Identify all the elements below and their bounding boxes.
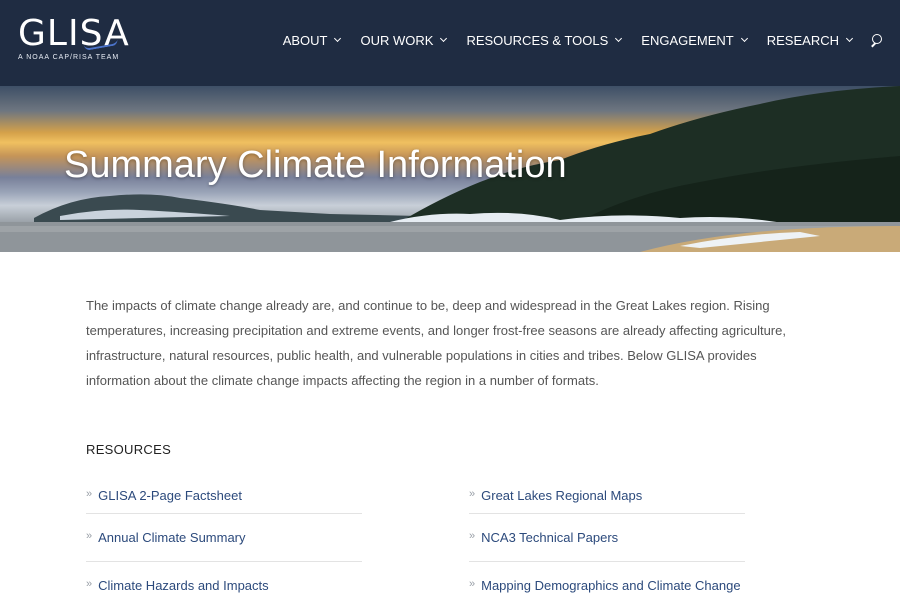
nav-item-label: RESOURCES & TOOLS: [466, 33, 609, 48]
bullet-icon: »: [86, 529, 93, 542]
resource-link-nca3-papers[interactable]: » NCA3 Technical Papers: [469, 514, 745, 562]
resource-link-label: Great Lakes Regional Maps: [481, 488, 643, 503]
chevron-down-icon: [615, 34, 623, 43]
resource-link-glisa-factsheet[interactable]: » GLISA 2-Page Factsheet: [86, 478, 362, 514]
nav-item-our-work[interactable]: OUR WORK: [360, 33, 448, 48]
nav-item-engagement[interactable]: ENGAGEMENT: [641, 33, 748, 48]
chevron-down-icon: [845, 34, 854, 43]
resource-link-label: GLISA 2-Page Factsheet: [98, 488, 242, 503]
bullet-icon: »: [469, 577, 476, 590]
search-icon-handle: [871, 41, 876, 47]
resource-link-label: Climate Hazards and Impacts: [98, 578, 269, 593]
resource-link-label: Annual Climate Summary: [98, 530, 246, 545]
resources-list-right: » Great Lakes Regional Maps » NCA3 Techn…: [469, 478, 745, 600]
glisa-logo[interactable]: GLISA A NOAA CAP/RISA TEAM: [18, 13, 130, 62]
intro-paragraph: The impacts of climate change already ar…: [86, 298, 786, 388]
resources-list-left: » GLISA 2-Page Factsheet » Annual Climat…: [86, 478, 362, 600]
logo-subtitle: A NOAA CAP/RISA TEAM: [18, 54, 120, 61]
resource-link-annual-climate-summary[interactable]: » Annual Climate Summary: [86, 514, 362, 562]
bullet-icon: »: [86, 487, 93, 500]
nav-item-label: ENGAGEMENT: [641, 33, 734, 48]
nav-item-label: RESEARCH: [766, 33, 839, 48]
search-icon[interactable]: [870, 33, 884, 48]
resource-link-label: NCA3 Technical Papers: [481, 530, 619, 545]
nav-item-about[interactable]: ABOUT: [282, 33, 342, 48]
chevron-down-icon: [440, 34, 448, 43]
bullet-icon: »: [469, 487, 476, 500]
resource-link-regional-maps[interactable]: » Great Lakes Regional Maps: [469, 478, 745, 514]
resources-heading: RESOURCES: [86, 442, 172, 457]
chevron-down-icon: [740, 34, 748, 43]
nav-item-resources-tools[interactable]: RESOURCES & TOOLS: [466, 33, 623, 48]
resource-link-label: Mapping Demographics and Climate Change: [481, 578, 741, 593]
main-nav: ABOUT OUR WORK RESOURCES & TOOLS ENGAGEM…: [263, 33, 884, 48]
resource-link-climate-hazards[interactable]: » Climate Hazards and Impacts: [86, 562, 362, 600]
lake-reflection: [0, 226, 900, 232]
site-header: GLISA A NOAA CAP/RISA TEAM ABOUT OUR WOR…: [0, 0, 900, 86]
chevron-down-icon: [334, 34, 342, 43]
nav-item-research[interactable]: RESEARCH: [766, 33, 854, 48]
logo-text: GLISA: [18, 13, 130, 54]
bullet-icon: »: [469, 529, 476, 542]
page-title: Summary Climate Information: [64, 144, 567, 186]
resource-link-mapping-demographics[interactable]: » Mapping Demographics and Climate Chang…: [469, 562, 745, 600]
bullet-icon: »: [86, 577, 93, 590]
nav-item-label: ABOUT: [282, 33, 328, 48]
nav-item-label: OUR WORK: [360, 33, 434, 48]
hero-banner: Summary Climate Information: [0, 86, 900, 252]
